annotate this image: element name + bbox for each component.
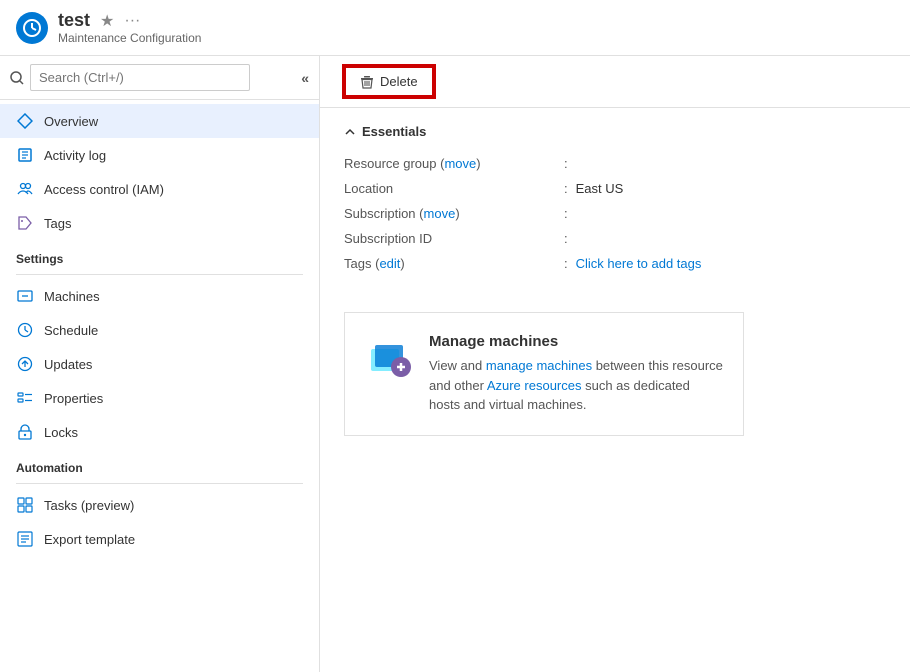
essentials-title: Essentials (362, 124, 426, 139)
essentials-value-location: East US (576, 181, 624, 196)
access-control-icon (16, 180, 34, 198)
settings-divider (16, 274, 303, 275)
sidebar-item-overview-label: Overview (44, 114, 98, 129)
essentials-label-tags: Tags (edit) (344, 256, 564, 271)
essentials-label-location: Location (344, 181, 564, 196)
sidebar-item-locks[interactable]: Locks (0, 415, 319, 449)
manage-machines-content: Manage machines View and manage machines… (429, 333, 723, 415)
tags-edit-link[interactable]: edit (379, 256, 400, 271)
updates-icon (16, 355, 34, 373)
manage-machines-text: View and manage machines between this re… (429, 356, 723, 415)
manage-link[interactable]: manage machines (486, 358, 592, 373)
essentials-row-tags: Tags (edit) : Click here to add tags (344, 251, 886, 276)
subscription-move-link[interactable]: move (424, 206, 456, 221)
sidebar-item-updates-label: Updates (44, 357, 92, 372)
sidebar-item-tags[interactable]: Tags (0, 206, 319, 240)
sidebar-nav: Overview Activity log (0, 100, 319, 560)
sidebar-item-access-control[interactable]: Access control (IAM) (0, 172, 319, 206)
tasks-icon (16, 496, 34, 514)
page-title: test (58, 10, 90, 31)
top-header: test ★ ··· Maintenance Configuration (0, 0, 910, 56)
sidebar-item-overview[interactable]: Overview (0, 104, 319, 138)
sidebar-item-access-control-label: Access control (IAM) (44, 182, 164, 197)
essentials-row-location: Location : East US (344, 176, 886, 201)
sidebar-item-tasks-preview[interactable]: Tasks (preview) (0, 488, 319, 522)
content-area: Delete Essentials Resource group (move) … (320, 56, 910, 672)
essentials-row-resource-group: Resource group (move) : (344, 151, 886, 176)
sidebar-item-schedule[interactable]: Schedule (0, 313, 319, 347)
manage-machines-title: Manage machines (429, 333, 723, 350)
sidebar-item-tasks-label: Tasks (preview) (44, 498, 134, 513)
sidebar-item-properties-label: Properties (44, 391, 103, 406)
machines-icon (16, 287, 34, 305)
essentials-header: Essentials (344, 124, 886, 139)
sidebar-item-activity-log[interactable]: Activity log (0, 138, 319, 172)
sidebar-search-area: « (0, 56, 319, 100)
automation-divider (16, 483, 303, 484)
export-template-icon (16, 530, 34, 548)
sidebar-item-updates[interactable]: Updates (0, 347, 319, 381)
resource-subtitle: Maintenance Configuration (58, 31, 201, 45)
delete-icon (360, 75, 374, 89)
resource-group-move-link[interactable]: move (444, 156, 476, 171)
sidebar-item-schedule-label: Schedule (44, 323, 98, 338)
more-options-icon[interactable]: ··· (124, 12, 140, 30)
sidebar-item-locks-label: Locks (44, 425, 78, 440)
sidebar-item-export-template-label: Export template (44, 532, 135, 547)
overview-icon (16, 112, 34, 130)
sidebar-item-properties[interactable]: Properties (0, 381, 319, 415)
sidebar-item-tags-label: Tags (44, 216, 71, 231)
manage-machines-icon (365, 333, 413, 381)
activity-log-icon (16, 146, 34, 164)
sidebar-collapse-button[interactable]: « (301, 70, 309, 86)
automation-section-title: Automation (0, 449, 319, 479)
essentials-row-subscription: Subscription (move) : (344, 201, 886, 226)
delete-button[interactable]: Delete (344, 66, 434, 97)
resource-icon (16, 12, 48, 44)
chevron-up-icon (344, 126, 356, 138)
schedule-icon (16, 321, 34, 339)
search-input[interactable] (30, 64, 250, 91)
favorite-star-icon[interactable]: ★ (100, 11, 114, 31)
search-icon (10, 71, 24, 85)
essentials-section: Essentials Resource group (move) : Locat… (320, 108, 910, 292)
locks-icon (16, 423, 34, 441)
settings-section-title: Settings (0, 240, 319, 270)
essentials-row-subscription-id: Subscription ID : (344, 226, 886, 251)
sidebar: « Overview (0, 56, 320, 672)
tags-icon (16, 214, 34, 232)
main-layout: « Overview (0, 56, 910, 672)
tags-add-link[interactable]: Click here to add tags (576, 256, 702, 271)
content-toolbar: Delete (320, 56, 910, 108)
essentials-label-resource-group: Resource group (move) (344, 156, 564, 171)
sidebar-item-machines-label: Machines (44, 289, 100, 304)
sidebar-item-activity-log-label: Activity log (44, 148, 106, 163)
sidebar-item-machines[interactable]: Machines (0, 279, 319, 313)
manage-machines-card: Manage machines View and manage machines… (344, 312, 744, 436)
sidebar-item-export-template[interactable]: Export template (0, 522, 319, 556)
delete-button-label: Delete (380, 74, 418, 89)
properties-icon (16, 389, 34, 407)
essentials-label-subscription-id: Subscription ID (344, 231, 564, 246)
essentials-label-subscription: Subscription (move) (344, 206, 564, 221)
